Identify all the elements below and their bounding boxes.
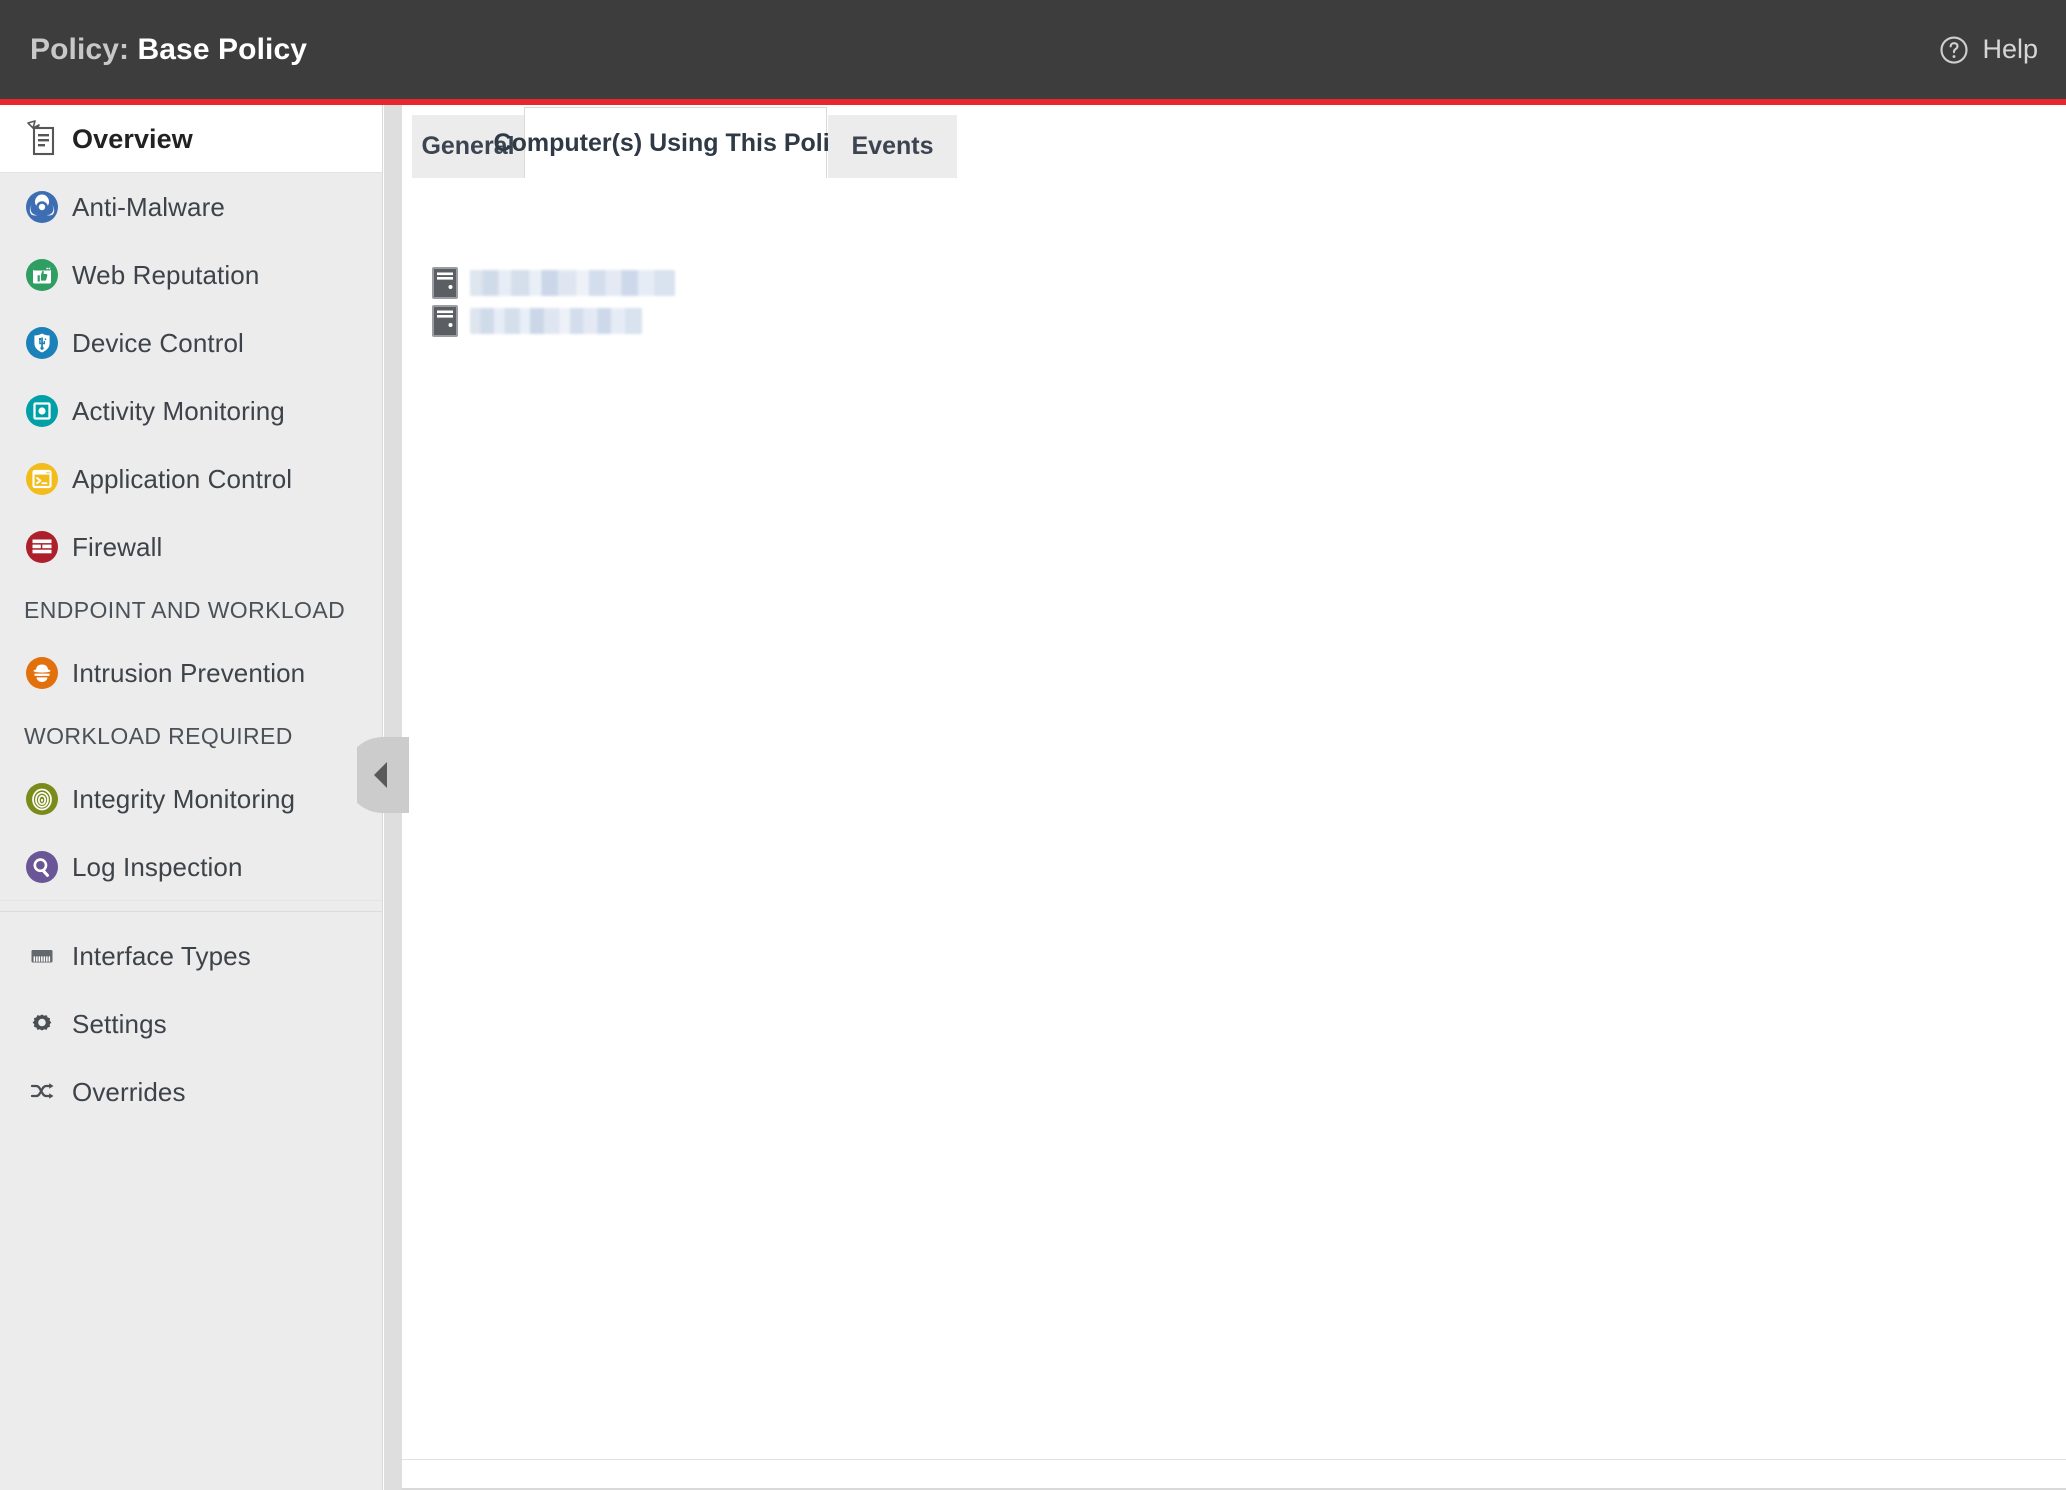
sidebar-item-label: Integrity Monitoring [72,783,296,814]
sidebar-item-label: Anti-Malware [72,191,225,222]
sidebar-item-label: Application Control [72,463,293,494]
fingerprint-icon [20,777,64,821]
computer-list [402,186,2066,1459]
sidebar-item-label: Overview [72,123,193,154]
gear-icon [20,1002,64,1046]
sidebar-item-interface-types[interactable]: Interface Types [0,922,382,990]
list-item[interactable] [432,266,675,300]
question-circle-icon [1939,35,1969,65]
sidebar-item-application-control[interactable]: Application Control [0,445,382,513]
server-tower-icon [432,267,458,299]
dialog-footer: Save Close [402,1459,2066,1490]
sidebar-item-anti-malware[interactable]: Anti-Malware [0,173,382,241]
server-tower-icon [432,305,458,337]
terminal-window-icon [20,457,64,501]
policy-dialog: Policy: Base Policy Help Overview Anti-M… [0,0,2066,1490]
computer-name-redacted [470,308,642,334]
tab-label: Computer(s) Using This Policy [493,128,858,157]
policy-content-panel: General Computer(s) Using This Policy Ev… [402,105,2066,1490]
sidebar-section-endpoint-and-workload: ENDPOINT AND WORKLOAD [24,596,346,623]
sidebar-item-label: Device Control [72,327,244,358]
sidebar-item-firewall[interactable]: Firewall [0,513,382,581]
sidebar-item-label: Intrusion Prevention [72,657,306,688]
sidebar-item-log-inspection[interactable]: Log Inspection [0,833,382,901]
tab-label: Events [851,132,934,160]
dialog-header: Policy: Base Policy Help [0,0,2066,99]
detective-hat-icon [20,651,64,695]
sidebar-collapse-button[interactable] [345,737,409,813]
overview-document-icon [20,117,64,161]
sidebar-item-integrity-monitoring[interactable]: Integrity Monitoring [0,765,382,833]
usb-shield-icon [20,321,64,365]
help-button[interactable]: Help [1939,34,2038,65]
thumbs-up-browser-icon [20,253,64,297]
help-label: Help [1982,34,2038,64]
sidebar-item-label: Settings [72,1008,167,1039]
page-title: Policy: Base Policy [30,33,307,67]
sidebar-item-label: Interface Types [72,940,251,971]
sidebar-item-activity-monitoring[interactable]: Activity Monitoring [0,377,382,445]
policy-sidebar: Overview Anti-Malware Web Reputation Dev… [0,105,383,1490]
list-item[interactable] [432,304,642,338]
magnifier-icon [20,845,64,889]
activity-square-icon [20,389,64,433]
sidebar-divider [0,911,382,912]
sidebar-section-workload-required: WORKLOAD REQUIRED [24,722,293,749]
sidebar-item-overview[interactable]: Overview [0,105,382,173]
tab-events[interactable]: Events [828,115,957,178]
page-title-value: Base Policy [137,32,308,66]
brick-wall-icon [20,525,64,569]
sidebar-item-device-control[interactable]: Device Control [0,309,382,377]
sidebar-item-web-reputation[interactable]: Web Reputation [0,241,382,309]
section-rule [0,900,382,901]
sidebar-item-overrides[interactable]: Overrides [0,1058,382,1126]
tab-bar: General Computer(s) Using This Policy Ev… [402,107,2066,196]
computer-name-redacted [470,270,675,296]
sidebar-item-label: Firewall [72,531,163,562]
biohazard-icon [20,185,64,229]
sidebar-item-settings[interactable]: Settings [0,990,382,1058]
shuffle-arrows-icon [20,1070,64,1114]
page-title-prefix: Policy: [30,32,138,66]
tab-computers-using-this-policy[interactable]: Computer(s) Using This Policy [494,107,857,178]
network-connector-icon [20,934,64,978]
sidebar-item-label: Activity Monitoring [72,395,285,426]
sidebar-item-intrusion-prevention[interactable]: Intrusion Prevention [0,639,382,707]
sidebar-item-label: Overrides [72,1076,186,1107]
sidebar-item-label: Web Reputation [72,259,260,290]
sidebar-item-label: Log Inspection [72,851,243,882]
